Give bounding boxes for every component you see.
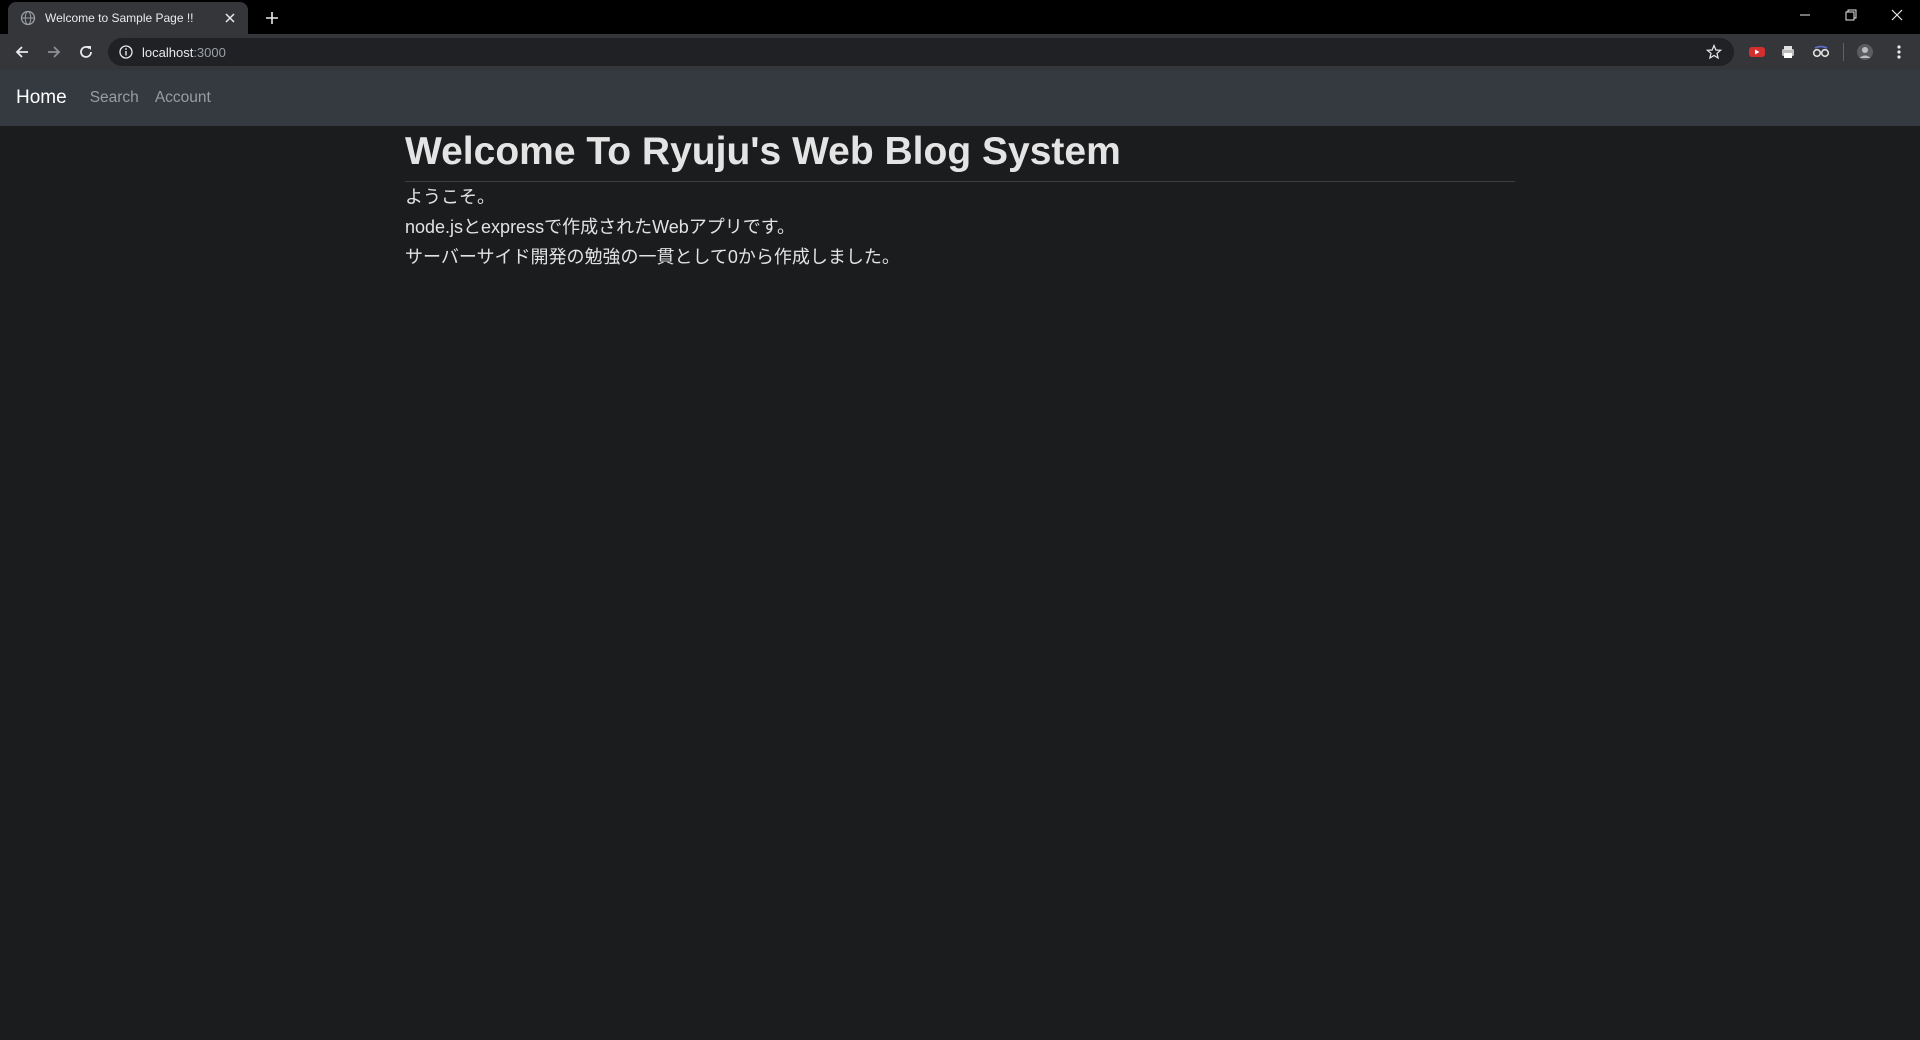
close-icon xyxy=(1891,9,1903,21)
address-bar[interactable]: localhost:3000 xyxy=(108,38,1734,66)
window-close-button[interactable] xyxy=(1874,0,1920,30)
url-port: :3000 xyxy=(193,44,226,60)
forward-button[interactable] xyxy=(40,38,68,66)
close-icon[interactable] xyxy=(222,10,238,26)
tab-title: Welcome to Sample Page !! xyxy=(45,11,194,25)
url-host: localhost xyxy=(142,44,194,60)
extension-red-icon[interactable] xyxy=(1748,43,1766,61)
reload-icon xyxy=(80,46,92,58)
arrow-left-icon xyxy=(15,46,28,58)
browser-tab-active[interactable]: Welcome to Sample Page !! xyxy=(8,2,248,34)
menu-kebab-icon[interactable] xyxy=(1890,43,1908,61)
main-content: Welcome To Ryuju's Web Blog System ようこそ。… xyxy=(405,126,1515,272)
minimize-button[interactable] xyxy=(1782,0,1828,30)
toolbar-separator xyxy=(1843,43,1844,61)
star-icon[interactable] xyxy=(1705,43,1723,60)
restore-icon xyxy=(1845,9,1857,21)
browser-tabstrip: Welcome to Sample Page !! xyxy=(0,0,1920,34)
new-tab-button[interactable] xyxy=(260,6,284,30)
plus-icon xyxy=(266,12,278,24)
reload-button[interactable] xyxy=(72,38,100,66)
page-title: Welcome To Ryuju's Web Blog System xyxy=(405,126,1515,182)
info-icon[interactable] xyxy=(118,44,134,60)
browser-toolbar: localhost:3000 xyxy=(0,34,1920,70)
arrow-right-icon xyxy=(48,46,61,58)
intro-line-3: サーバーサイド開発の勉強の一貫として0から作成しました。 xyxy=(405,247,900,267)
extension-glasses-icon[interactable] xyxy=(1812,43,1830,61)
navbar-brand-home[interactable]: Home xyxy=(16,87,67,109)
intro-line-1: ようこそ。 xyxy=(405,187,495,207)
globe-icon xyxy=(20,10,36,26)
profile-avatar-icon[interactable] xyxy=(1856,43,1874,61)
nav-link-account[interactable]: Account xyxy=(155,89,211,107)
intro-line-2: node.jsとexpressで作成されたWebアプリです。 xyxy=(405,217,795,237)
minimize-icon xyxy=(1800,14,1810,16)
nav-link-search[interactable]: Search xyxy=(90,89,139,107)
site-navbar: Home Search Account xyxy=(0,70,1920,126)
restore-button[interactable] xyxy=(1828,0,1874,30)
intro-text: ようこそ。 node.jsとexpressで作成されたWebアプリです。 サーバ… xyxy=(405,182,1515,272)
extension-printer-icon[interactable] xyxy=(1779,43,1797,61)
back-button[interactable] xyxy=(8,38,36,66)
